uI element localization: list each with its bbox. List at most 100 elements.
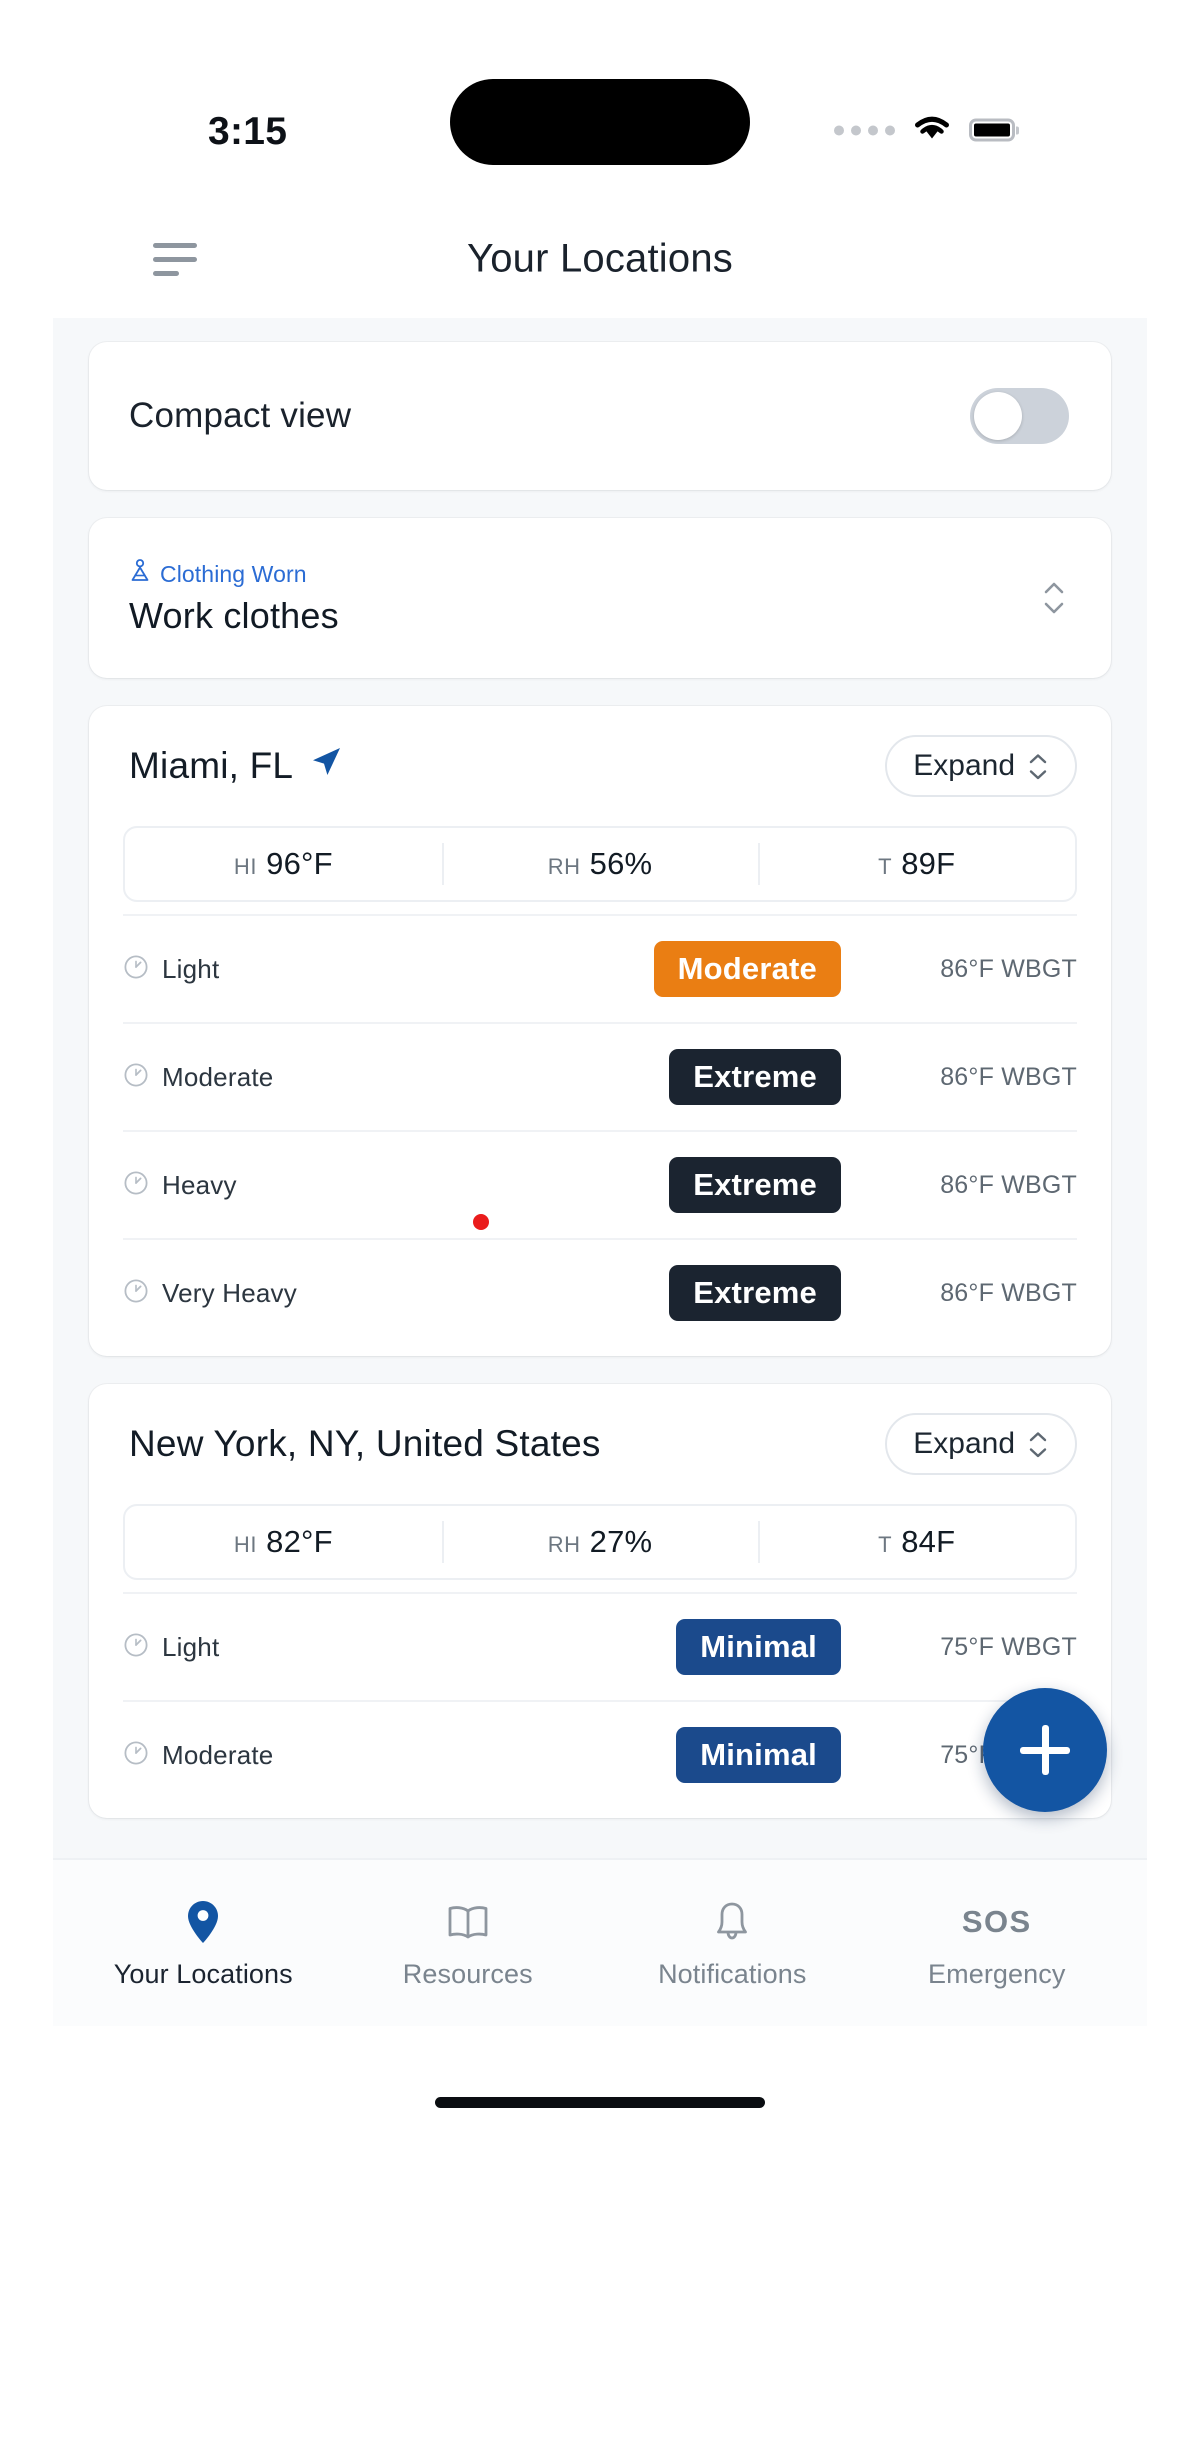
clothing-worn-tag: Clothing Worn — [129, 559, 339, 589]
clothing-worn-label: Clothing Worn — [160, 560, 307, 587]
gauge-icon — [123, 1062, 149, 1093]
metric-cell: HI 96°F — [125, 846, 442, 882]
home-indicator[interactable] — [435, 2097, 765, 2108]
status-bar: 3:15 — [53, 0, 1147, 200]
risk-row-effort: Very Heavy — [123, 1278, 453, 1309]
status-badge: Minimal — [676, 1727, 841, 1783]
wbgt-value: 86°F WBGT — [940, 1170, 1077, 1199]
expand-button-label: Expand — [913, 1427, 1015, 1460]
risk-row[interactable]: Heavy Extreme 86°F WBGT — [123, 1130, 1077, 1238]
metric-key: RH — [547, 1532, 581, 1557]
status-bar-time: 3:15 — [208, 110, 288, 153]
clothing-worn-card[interactable]: Clothing Worn Work clothes — [89, 518, 1111, 678]
chevron-up-down-icon — [1027, 1430, 1049, 1459]
wbgt-value: 86°F WBGT — [940, 1278, 1077, 1307]
nav-label-your-locations: Your Locations — [113, 1958, 293, 1989]
location-card: Miami, FL Expand HI 96°F RH 56% T 89F Light Moder… — [89, 706, 1111, 1356]
gauge-icon — [123, 1278, 149, 1309]
add-location-fab[interactable] — [983, 1688, 1107, 1812]
risk-effort-label: Heavy — [162, 1169, 237, 1200]
risk-row-effort: Heavy — [123, 1170, 453, 1201]
expand-button[interactable]: Expand — [885, 1413, 1077, 1475]
main-scroll-area[interactable]: Compact view Clothing Worn Work clothes … — [53, 318, 1147, 1858]
risk-row-effort: Moderate — [123, 1062, 453, 1093]
risk-effort-label: Moderate — [162, 1739, 274, 1770]
risk-row[interactable]: Very Heavy Extreme 86°F WBGT — [123, 1214, 1077, 1346]
location-card-header: New York, NY, United States Expand — [89, 1384, 1111, 1504]
cursor-pointer-dot — [473, 1214, 489, 1230]
wifi-icon — [912, 113, 952, 148]
risk-badge-wrap: Minimal — [453, 1727, 867, 1783]
chevron-up-down-icon[interactable] — [1041, 580, 1067, 616]
metric-key: HI — [233, 1532, 258, 1557]
nav-label-resources: Resources — [402, 1958, 533, 1989]
risk-effort-label: Light — [162, 1631, 220, 1662]
sos-icon: SOS — [961, 1903, 1032, 1939]
bottom-navigation: Your Locations Resources Notifications S… — [53, 1858, 1147, 2026]
expand-button-label: Expand — [913, 749, 1015, 782]
status-badge: Extreme — [669, 1157, 841, 1213]
location-name: Miami, FL — [129, 745, 343, 788]
book-icon — [446, 1897, 490, 1947]
metric-cell: RH 27% — [442, 1524, 759, 1560]
metric-cell: HI 82°F — [125, 1524, 442, 1560]
risk-row-effort: Moderate — [123, 1740, 453, 1771]
metric-cell: RH 56% — [442, 846, 759, 882]
phone-frame: 3:15 Your Locations Compact view Clothin… — [53, 0, 1147, 2463]
risk-row[interactable]: Light Minimal 75°F WBGT — [123, 1592, 1077, 1700]
nav-item-emergency[interactable]: SOS Emergency — [865, 1897, 1130, 1990]
risk-row[interactable]: ModerateMinimal75°F WBGT — [123, 1700, 1077, 1808]
nav-label-notifications: Notifications — [658, 1958, 807, 1989]
status-badge: Minimal — [676, 1619, 841, 1675]
wbgt-value: 86°F WBGT — [940, 954, 1077, 983]
expand-button[interactable]: Expand — [885, 735, 1077, 797]
dynamic-island — [450, 79, 750, 165]
status-badge: Extreme — [669, 1049, 841, 1105]
gauge-icon — [123, 1170, 149, 1201]
hamburger-menu-icon[interactable] — [153, 237, 207, 281]
metric-key: T — [878, 854, 893, 879]
risk-row[interactable]: Moderate Extreme 86°F WBGT — [123, 1022, 1077, 1130]
wbgt-value: 75°F WBGT — [940, 1632, 1077, 1661]
location-card: New York, NY, United States Expand HI 82°F R… — [89, 1384, 1111, 1818]
risk-badge-wrap: Extreme — [453, 1049, 867, 1105]
weather-metrics-bar: HI 96°F RH 56% T 89F — [123, 826, 1077, 902]
metric-cell: T 84F — [758, 1524, 1075, 1560]
weather-metrics-bar: HI 82°F RH 27% T 84F — [123, 1504, 1077, 1580]
compact-view-card: Compact view — [89, 342, 1111, 490]
clothing-worn-content: Clothing Worn Work clothes — [129, 559, 339, 637]
chevron-up-down-icon — [1027, 752, 1049, 781]
location-name-text: Miami, FL — [129, 745, 294, 786]
person-clothing-icon — [129, 559, 151, 589]
risk-effort-label: Very Heavy — [162, 1277, 297, 1308]
risk-row[interactable]: Light Moderate 86°F WBGT — [123, 914, 1077, 1022]
risk-badge-wrap: Extreme — [453, 1265, 867, 1321]
bell-icon — [713, 1897, 751, 1947]
metric-value: 89F — [901, 846, 956, 881]
map-pin-icon — [185, 1897, 221, 1947]
signal-dots-icon — [834, 125, 895, 135]
clothing-worn-value: Work clothes — [129, 595, 339, 636]
status-badge: Moderate — [653, 941, 841, 997]
risk-row-effort: Light — [123, 954, 453, 985]
status-badge: Extreme — [669, 1265, 841, 1321]
risk-badge-wrap: Minimal — [453, 1619, 867, 1675]
compact-view-label: Compact view — [129, 396, 352, 435]
app-bar: Your Locations — [53, 200, 1147, 318]
nav-item-your-locations[interactable]: Your Locations — [71, 1897, 336, 1990]
risk-badge-wrap: Moderate — [453, 941, 867, 997]
risk-effort-label: Light — [162, 953, 220, 984]
gauge-icon — [123, 1740, 149, 1771]
location-name-text: New York, NY, United States — [129, 1423, 601, 1464]
nav-item-resources[interactable]: Resources — [336, 1897, 601, 1990]
compact-view-toggle[interactable] — [970, 388, 1069, 444]
nav-item-notifications[interactable]: Notifications — [600, 1897, 865, 1990]
metric-value: 27% — [589, 1524, 653, 1559]
nav-label-emergency: Emergency — [928, 1958, 1066, 1989]
metric-value: 82°F — [266, 1524, 333, 1559]
risk-row-effort: Light — [123, 1632, 453, 1663]
gauge-icon — [123, 1632, 149, 1663]
metric-key: HI — [233, 854, 258, 879]
wbgt-value: 86°F WBGT — [940, 1062, 1077, 1091]
metric-key: T — [878, 1532, 893, 1557]
